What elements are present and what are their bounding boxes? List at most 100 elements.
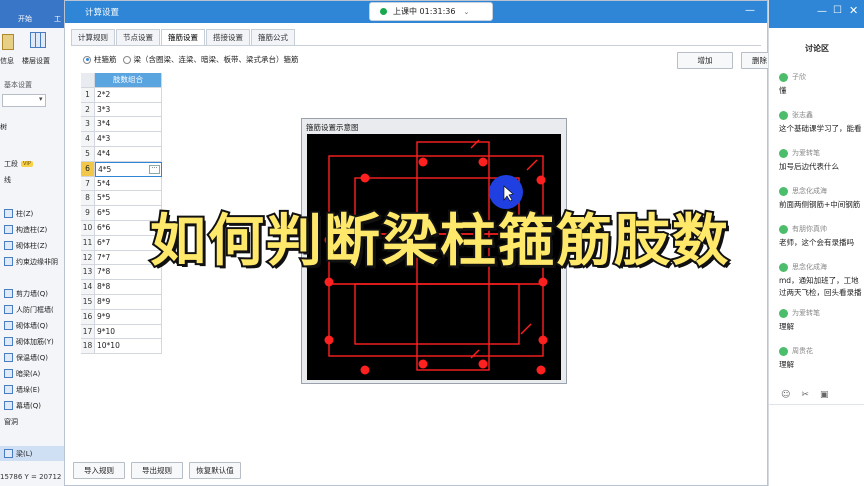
row-index[interactable]: 7 — [81, 176, 95, 192]
row-index[interactable]: 2 — [81, 102, 95, 118]
limb-combination-cell[interactable]: 5*5 — [95, 191, 162, 207]
row-index[interactable]: 11 — [81, 235, 95, 251]
row-index[interactable]: 8 — [81, 191, 95, 207]
cell-text: 9*10 — [97, 326, 116, 336]
limb-combination-cell[interactable]: 9*10 — [95, 324, 162, 340]
ribbon-info-label[interactable]: 信息 — [0, 56, 14, 66]
chat-user: 为爱转笔 — [779, 308, 864, 318]
export-rules-button[interactable]: 导出规则 — [131, 462, 183, 479]
limb-combination-cell[interactable]: 8*9 — [95, 294, 162, 310]
radio-column-label[interactable]: 柱箍筋 — [94, 54, 117, 65]
table-row[interactable]: 15 8*9 — [81, 294, 162, 310]
ribbon-info-icon[interactable] — [2, 34, 14, 50]
component-icon — [4, 241, 13, 250]
row-index[interactable]: 3 — [81, 117, 95, 133]
limb-combination-cell[interactable]: 10*10 — [95, 339, 162, 355]
chevron-down-icon[interactable]: ▾ — [39, 95, 43, 103]
table-row[interactable]: 8 5*5 — [81, 191, 162, 207]
tree-item[interactable]: 保温墙(Q) — [0, 350, 68, 365]
tree-item[interactable]: 构造柱(Z) — [0, 222, 68, 237]
settings-tab[interactable]: 搭接设置 — [206, 29, 250, 45]
tree-item[interactable]: 约束边缘非阴 — [0, 254, 68, 269]
chat-username: 周贵花 — [792, 347, 813, 355]
table-row[interactable]: 7 5*4 — [81, 176, 162, 192]
chevron-down-icon[interactable]: ⌄ — [463, 8, 469, 16]
tree-item[interactable]: 剪力墙(Q) — [0, 286, 68, 301]
settings-tab[interactable]: 计算规则 — [71, 29, 115, 45]
table-row[interactable]: 3 3*4 — [81, 117, 162, 133]
tree-item[interactable]: 窗洞 — [0, 414, 68, 429]
component-icon — [4, 369, 13, 378]
row-index[interactable]: 9 — [81, 206, 95, 221]
tree-item[interactable]: 幕墙(Q) — [0, 398, 68, 413]
limb-combination-cell[interactable]: 8*8 — [95, 280, 162, 295]
radio-column-stirrup[interactable] — [83, 55, 91, 64]
restore-defaults-button[interactable]: 恢复默认值 — [189, 462, 241, 479]
tree-item[interactable]: 墙垛(E) — [0, 382, 68, 397]
limb-combination-cell[interactable]: 2*2 — [95, 87, 162, 103]
table-row[interactable]: 2 3*3 — [81, 102, 162, 118]
import-rules-button[interactable]: 导入规则 — [73, 462, 125, 479]
tree-item[interactable]: 梁(L) — [0, 446, 68, 461]
emoji-icon[interactable]: ☺ — [781, 390, 790, 400]
image-icon[interactable]: ▣ — [820, 390, 829, 400]
settings-tab[interactable]: 箍筋公式 — [251, 29, 295, 45]
delete-button[interactable]: 删除 — [741, 52, 771, 69]
ellipsis-button[interactable]: ··· — [149, 164, 160, 174]
row-index[interactable]: 18 — [81, 339, 95, 355]
table-row[interactable]: 16 9*9 — [81, 309, 162, 325]
tree-item[interactable]: 人防门框墙( — [0, 302, 68, 317]
close-icon[interactable]: ✕ — [849, 4, 858, 17]
add-button[interactable]: 增加 — [677, 52, 733, 69]
row-index[interactable]: 5 — [81, 146, 95, 162]
tree-item[interactable]: 柱(Z) — [0, 206, 68, 221]
tree-item[interactable]: 砌体柱(Z) — [0, 238, 68, 253]
tree-item[interactable]: 砌体墙(Q) — [0, 318, 68, 333]
tree-item[interactable]: 砌体加筋(Y) — [0, 334, 68, 349]
table-row[interactable]: 6 4*5 ··· — [81, 161, 162, 177]
minimize-icon[interactable]: — — [745, 5, 755, 16]
table-row[interactable]: 18 10*10 — [81, 339, 162, 355]
limb-combination-cell[interactable]: 5*4 — [95, 176, 162, 192]
ribbon-floor-label[interactable]: 楼层设置 — [22, 56, 50, 66]
table-row[interactable]: 5 4*4 — [81, 146, 162, 162]
tree-item[interactable]: 暗梁(A) — [0, 366, 68, 381]
radio-beam-label[interactable]: 梁（含圈梁、连梁、暗梁、板带、梁式承台）箍筋 — [134, 54, 299, 65]
floor-settings-icon[interactable] — [30, 32, 46, 48]
row-index[interactable]: 4 — [81, 132, 95, 147]
row-index[interactable]: 6 — [81, 161, 95, 177]
column-header[interactable]: 肢数组合 — [95, 73, 162, 88]
table-row[interactable]: 17 9*10 — [81, 324, 162, 340]
row-index[interactable]: 14 — [81, 280, 95, 295]
settings-tab[interactable]: 箍筋设置 — [161, 29, 205, 45]
scissors-icon[interactable]: ✂ — [801, 390, 809, 400]
ribbon-tab-project[interactable]: 工 — [54, 14, 61, 24]
ribbon-tab-start[interactable]: 开始 — [18, 14, 32, 24]
limb-combination-cell[interactable]: 9*9 — [95, 309, 162, 325]
tree-item[interactable]: 线 — [0, 172, 68, 187]
settings-tab[interactable]: 节点设置 — [116, 29, 160, 45]
limb-combination-cell[interactable]: 4*5 ··· — [95, 161, 162, 177]
row-index[interactable]: 15 — [81, 294, 95, 310]
cell-text: 6*7 — [97, 237, 111, 247]
tree-item-label: 柱(Z) — [16, 209, 34, 218]
limb-combination-cell[interactable]: 3*4 — [95, 117, 162, 133]
row-index[interactable]: 12 — [81, 250, 95, 266]
chat-input[interactable] — [769, 405, 864, 486]
tree-item[interactable]: 工段 VIP — [0, 156, 68, 171]
row-index[interactable]: 16 — [81, 309, 95, 325]
limb-combination-cell[interactable]: 3*3 — [95, 102, 162, 118]
minimize-icon[interactable]: — — [817, 6, 827, 17]
radio-beam-stirrup[interactable] — [122, 55, 131, 64]
table-row[interactable]: 4 4*3 — [81, 132, 162, 147]
class-status-pill[interactable]: 上课中 01:31:36 ⌄ — [369, 2, 493, 21]
row-index[interactable]: 10 — [81, 220, 95, 236]
maximize-icon[interactable]: ☐ — [833, 5, 842, 16]
row-index[interactable]: 1 — [81, 87, 95, 103]
table-row[interactable]: 14 8*8 — [81, 280, 162, 295]
limb-combination-cell[interactable]: 4*3 — [95, 132, 162, 147]
row-index[interactable]: 13 — [81, 265, 95, 281]
table-row[interactable]: 1 2*2 — [81, 87, 162, 103]
limb-combination-cell[interactable]: 4*4 — [95, 146, 162, 162]
row-index[interactable]: 17 — [81, 324, 95, 340]
